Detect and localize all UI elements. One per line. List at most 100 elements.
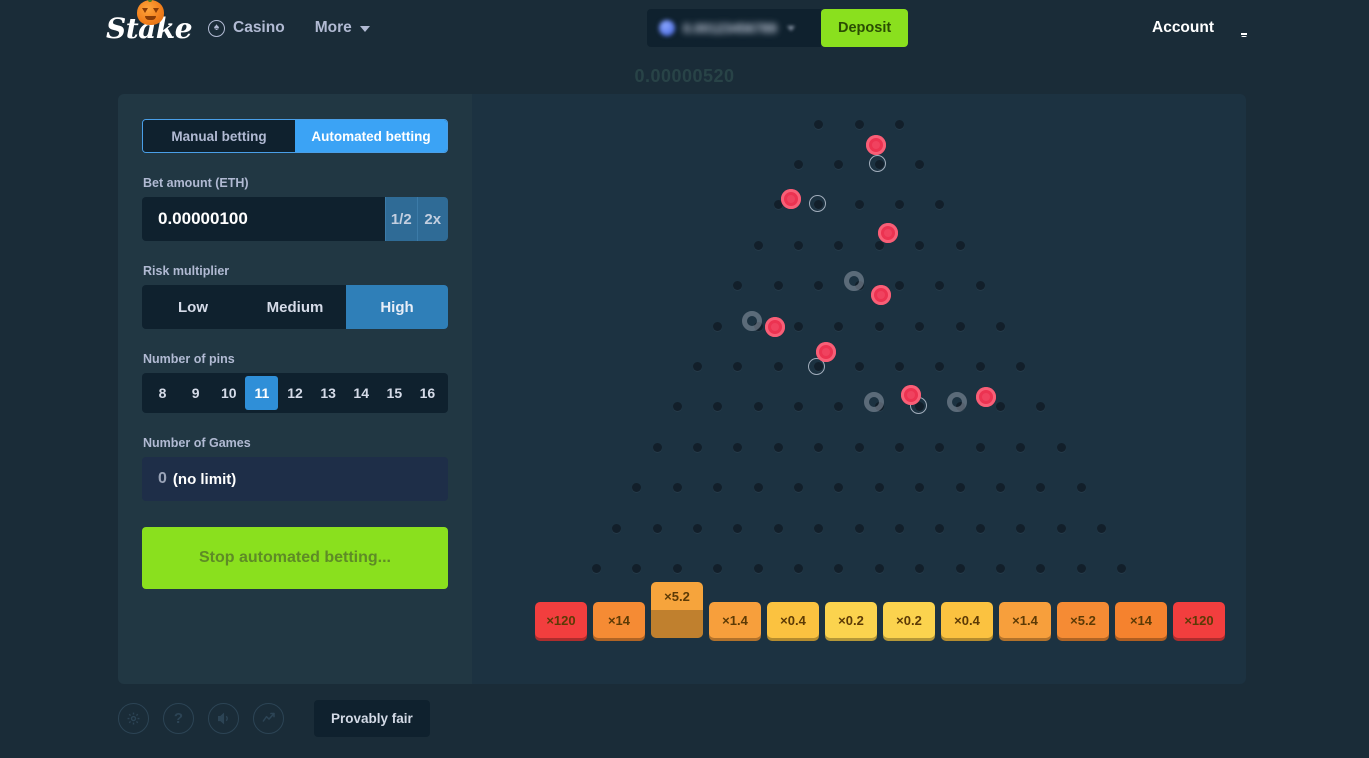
number-of-games-input[interactable]: 0 (no limit) xyxy=(142,457,448,501)
plinko-peg xyxy=(874,483,884,493)
pin-option-12[interactable]: 12 xyxy=(278,376,311,410)
gear-icon[interactable] xyxy=(118,703,149,734)
plinko-peg xyxy=(713,563,723,573)
plinko-peg xyxy=(753,563,763,573)
plinko-peg xyxy=(834,240,844,250)
plinko-peg xyxy=(793,402,803,412)
pin-option-11[interactable]: 11 xyxy=(245,376,279,410)
plinko-peg xyxy=(793,563,803,573)
plinko-ball xyxy=(866,135,886,155)
plinko-peg xyxy=(915,159,925,169)
multiplier-bucket[interactable]: ×5.2 xyxy=(1057,602,1109,638)
nav-item-more[interactable]: More xyxy=(315,19,370,37)
plinko-peg xyxy=(915,402,925,412)
app-header: Stake Casino More 0.00123456789 Deposit … xyxy=(0,0,1369,56)
multiplier-row: ×120 ×14 ×5.2 ×1.4 ×0.4 ×0.2 ×0.2 ×0.4 ×1.4 ×5.2 ×… xyxy=(535,582,1225,638)
plinko-peg xyxy=(955,402,965,412)
multiplier-bucket[interactable]: ×120 xyxy=(1173,602,1225,638)
plinko-peg xyxy=(834,321,844,331)
plinko-peg xyxy=(915,240,925,250)
pin-option-16[interactable]: 16 xyxy=(411,376,444,410)
games-value: 0 xyxy=(158,470,167,487)
plinko-peg xyxy=(1016,442,1026,452)
plinko-peg xyxy=(672,483,682,493)
plinko-peg xyxy=(1096,523,1106,533)
plinko-peg xyxy=(753,402,763,412)
stats-icon[interactable] xyxy=(253,703,284,734)
pin-option-8[interactable]: 8 xyxy=(146,376,179,410)
plinko-peg xyxy=(854,442,864,452)
pin-option-15[interactable]: 15 xyxy=(378,376,411,410)
pin-option-13[interactable]: 13 xyxy=(312,376,345,410)
tab-manual-betting[interactable]: Manual betting xyxy=(143,120,295,152)
multiplier-label: ×5.2 xyxy=(1070,612,1096,628)
crypto-coin-icon xyxy=(659,20,675,36)
multiplier-bucket[interactable]: ×120 xyxy=(535,602,587,638)
risk-option-medium[interactable]: Medium xyxy=(244,285,346,329)
multiplier-bucket[interactable]: ×0.4 xyxy=(767,602,819,638)
plinko-peg xyxy=(955,483,965,493)
multiplier-bucket[interactable]: ×1.4 xyxy=(999,602,1051,638)
bet-halve-button[interactable]: 1/2 xyxy=(385,197,417,241)
multiplier-bucket[interactable]: ×1.4 xyxy=(709,602,761,638)
multiplier-label: ×0.2 xyxy=(838,612,864,628)
multiplier-label: ×0.4 xyxy=(954,612,980,628)
plinko-peg xyxy=(834,402,844,412)
lightbulb-icon[interactable] xyxy=(1236,20,1251,37)
plinko-peg xyxy=(733,442,743,452)
plinko-peg xyxy=(894,119,904,129)
number-of-games-label: Number of Games xyxy=(143,436,251,450)
question-icon[interactable]: ? xyxy=(163,703,194,734)
multiplier-bucket[interactable]: ×0.2 xyxy=(825,602,877,638)
plinko-ball xyxy=(878,223,898,243)
multiplier-bucket[interactable]: ×0.4 xyxy=(941,602,993,638)
plinko-peg xyxy=(995,483,1005,493)
plinko-peg xyxy=(773,361,783,371)
plinko-peg xyxy=(935,361,945,371)
plinko-peg xyxy=(672,563,682,573)
stop-automated-betting-button[interactable]: Stop automated betting... xyxy=(142,527,448,589)
pin-option-14[interactable]: 14 xyxy=(345,376,378,410)
plinko-peg xyxy=(915,563,925,573)
bet-amount-label: Bet amount (ETH) xyxy=(143,176,249,190)
account-button[interactable]: Account xyxy=(1152,19,1214,37)
nav-label-more: More xyxy=(314,19,352,36)
plinko-peg xyxy=(854,281,864,291)
pin-option-9[interactable]: 9 xyxy=(179,376,212,410)
plinko-peg xyxy=(975,442,985,452)
plinko-peg xyxy=(814,119,824,129)
risk-option-low[interactable]: Low xyxy=(142,285,244,329)
plinko-peg xyxy=(874,563,884,573)
sound-icon[interactable] xyxy=(208,703,239,734)
balance-display[interactable]: 0.00123456789 xyxy=(647,9,821,47)
multiplier-bucket[interactable]: ×5.2 xyxy=(651,582,703,638)
multiplier-bucket[interactable]: ×14 xyxy=(593,602,645,638)
multiplier-bucket[interactable]: ×14 xyxy=(1115,602,1167,638)
bet-amount-input[interactable] xyxy=(142,197,385,241)
pin-option-10[interactable]: 10 xyxy=(212,376,245,410)
plinko-peg xyxy=(753,483,763,493)
risk-option-high[interactable]: High xyxy=(346,285,448,329)
plinko-ball xyxy=(781,189,801,209)
provably-fair-button[interactable]: Provably fair xyxy=(314,700,430,737)
plinko-peg xyxy=(1056,523,1066,533)
deposit-button[interactable]: Deposit xyxy=(821,9,909,47)
plinko-peg xyxy=(894,200,904,210)
plinko-peg xyxy=(773,281,783,291)
multiplier-label: ×120 xyxy=(546,612,576,628)
bet-double-button[interactable]: 2x xyxy=(416,197,448,241)
plinko-peg xyxy=(894,361,904,371)
plinko-peg xyxy=(1016,523,1026,533)
plinko-peg xyxy=(814,281,824,291)
nav-label-casino: Casino xyxy=(233,19,285,36)
stake-logo[interactable]: Stake xyxy=(106,0,193,49)
multiplier-bucket[interactable]: ×0.2 xyxy=(883,602,935,638)
plinko-peg xyxy=(692,523,702,533)
multiplier-label: ×120 xyxy=(1184,612,1214,628)
plinko-peg xyxy=(1036,483,1046,493)
plinko-peg xyxy=(733,361,743,371)
multiplier-label: ×5.2 xyxy=(664,589,690,604)
plinko-peg xyxy=(1117,563,1127,573)
tab-automated-betting[interactable]: Automated betting xyxy=(295,120,447,152)
nav-item-casino[interactable]: Casino xyxy=(208,19,285,37)
